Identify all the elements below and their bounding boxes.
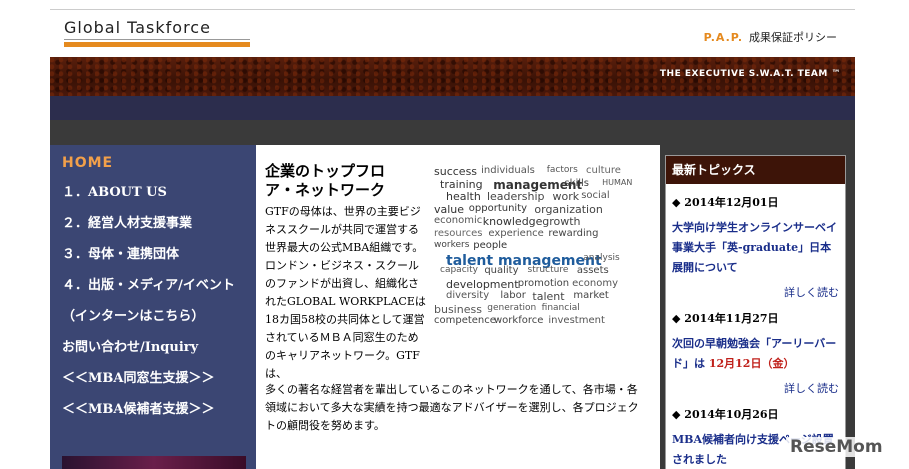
logo-underline xyxy=(64,42,250,47)
word-cloud-word: market xyxy=(573,290,609,301)
word-cloud-image: success individuals factors culture training… xyxy=(434,163,632,363)
sidebar-item-intern[interactable]: （インターンはこちら） xyxy=(62,309,242,325)
word-cloud-word: individuals xyxy=(481,165,535,176)
main-content: 企業のトップフロア・ネットワーク GTFの母体は、世界の主要ビジネススクールが共… xyxy=(256,145,660,469)
word-cloud-word: success xyxy=(434,165,478,178)
sidebar-item-media-events[interactable]: ４．出版・メディア/イベント xyxy=(62,278,242,294)
article-title: 企業のトップフロア・ネットワーク xyxy=(265,162,386,199)
word-cloud-word: organization xyxy=(534,202,603,216)
word-cloud-word: factors xyxy=(546,165,578,175)
sidebar-item-partners[interactable]: ３．母体・連携団体 xyxy=(62,247,242,263)
nav-strip xyxy=(50,96,855,120)
word-cloud-word: rewarding xyxy=(548,227,599,239)
word-cloud-word: development xyxy=(446,277,519,291)
policy-label: 成果保証ポリシー xyxy=(749,31,837,44)
watermark-logo: ReseMom xyxy=(786,437,887,457)
topic-link[interactable]: 次回の早朝勉強会「アーリーバード」は 12月12日（金） xyxy=(672,334,839,374)
nav-strip-lower xyxy=(50,120,855,145)
word-cloud-word: knowledge xyxy=(482,215,543,228)
sidebar-item-inquiry[interactable]: お問い合わせ/Inquiry xyxy=(62,340,242,356)
site-logo[interactable]: Global Taskforce xyxy=(64,18,211,37)
word-cloud-word: health xyxy=(446,190,481,203)
sidebar-item-home[interactable]: HOME xyxy=(62,155,242,171)
sidebar-banner-image[interactable] xyxy=(62,456,246,469)
word-cloud-word: HUMAN xyxy=(602,177,632,187)
sidebar-item-executive-support[interactable]: ２．経営人材支援事業 xyxy=(62,216,242,232)
policy-key: P.A.P. xyxy=(703,31,743,44)
sidebar-item-mba-candidates[interactable]: ＜＜MBA候補者支援＞＞ xyxy=(62,402,242,418)
word-cloud-word: skills xyxy=(564,177,590,189)
word-cloud-word: work xyxy=(552,190,580,203)
topics-header: 最新トピックス xyxy=(666,156,845,184)
word-cloud-word: opportunity xyxy=(468,202,528,214)
word-cloud-word: financial xyxy=(541,302,580,313)
word-cloud-word: resources xyxy=(434,227,483,239)
word-cloud-word: experience xyxy=(488,227,544,239)
read-more-link[interactable]: 詳しく読む xyxy=(666,284,839,300)
word-cloud-word: diversity xyxy=(446,290,490,301)
word-cloud-word: training xyxy=(440,177,483,191)
word-cloud-word: talent xyxy=(532,290,565,303)
word-cloud-word: leadership xyxy=(486,190,545,203)
word-cloud-word: value xyxy=(434,202,465,216)
word-cloud-word: competence xyxy=(434,315,496,326)
latest-topics-panel: 最新トピックス ◆ 2014年12月01日 大学向け学生オンラインサーベイ事業大… xyxy=(665,155,846,469)
sidebar-item-mba-alumni[interactable]: ＜＜MBA同窓生支援＞＞ xyxy=(62,371,242,387)
word-cloud-word: labor xyxy=(500,290,526,301)
word-cloud-word: culture xyxy=(586,165,621,176)
topic-link[interactable]: 大学向け学生オンラインサーベイ事業大手「英-graduate」日本展開について xyxy=(672,218,839,278)
sidebar-menu: HOME １．ABOUT US ２．経営人材支援事業 ３．母体・連携団体 ４．出… xyxy=(50,145,256,418)
topic-date: ◆ 2014年11月27日 xyxy=(672,312,779,325)
word-cloud-word: economy xyxy=(572,277,619,289)
word-cloud-word: quality xyxy=(484,265,519,276)
word-cloud-word: assets xyxy=(576,265,609,276)
word-cloud-word: structure xyxy=(527,265,569,275)
word-cloud-word: workforce xyxy=(494,315,544,326)
word-cloud-word: capacity xyxy=(440,265,478,275)
word-cloud-word: business xyxy=(434,302,482,316)
policy-link[interactable]: P.A.P. 成果保証ポリシー xyxy=(704,29,837,45)
sidebar: HOME １．ABOUT US ２．経営人材支援事業 ３．母体・連携団体 ４．出… xyxy=(50,145,256,469)
article-body: GTFの母体は、世界の主要ビジネススクールが共同で運営する世界最大の公式MBA組… xyxy=(265,205,426,380)
right-column: 最新トピックス ◆ 2014年12月01日 大学向け学生オンラインサーベイ事業大… xyxy=(660,145,855,469)
read-more-link[interactable]: 詳しく読む xyxy=(666,380,839,396)
page-frame: Global Taskforce P.A.P. 成果保証ポリシー THE EXEC… xyxy=(50,9,855,469)
word-cloud-word: economic xyxy=(434,215,483,226)
word-cloud-word: growth xyxy=(542,215,581,228)
word-cloud-word: social xyxy=(581,190,610,201)
article-body-continued: 多くの著名な経営者を輩出しているこのネットワークを通して、各市場・各領域において… xyxy=(265,383,639,432)
word-cloud-word: people xyxy=(473,240,508,251)
word-cloud-word: generation xyxy=(487,302,537,313)
word-cloud-word: analysis xyxy=(583,252,620,263)
word-cloud-word: workers xyxy=(434,240,470,250)
word-cloud-word: investment xyxy=(548,315,605,326)
tagline: THE EXECUTIVE S.W.A.T. TEAM ™ xyxy=(659,69,841,79)
word-cloud-word: promotion xyxy=(517,277,570,289)
topic-date: ◆ 2014年10月26日 xyxy=(672,408,779,421)
logo-rule xyxy=(64,39,250,40)
site-header: Global Taskforce P.A.P. 成果保証ポリシー xyxy=(50,9,855,58)
topic-date: ◆ 2014年12月01日 xyxy=(672,196,779,209)
sidebar-item-about[interactable]: １．ABOUT US xyxy=(62,185,242,201)
